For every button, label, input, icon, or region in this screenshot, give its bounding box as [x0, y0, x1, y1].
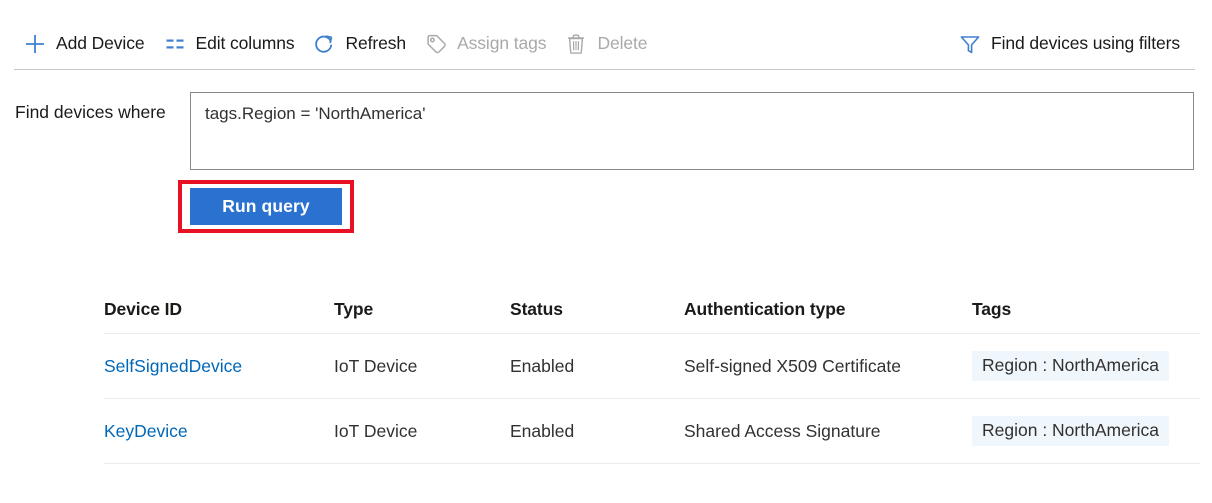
tag-chip: Region : NorthAmerica — [972, 416, 1169, 446]
delete-button[interactable]: Delete — [555, 24, 656, 64]
query-text: tags.Region = 'NorthAmerica' — [205, 104, 426, 124]
column-header-type: Type — [334, 299, 510, 320]
table-row[interactable]: KeyDevice IoT Device Enabled Shared Acce… — [104, 399, 1200, 464]
refresh-icon — [312, 32, 336, 56]
cell-auth-type: Self-signed X509 Certificate — [684, 356, 972, 377]
assign-tags-button[interactable]: Assign tags — [415, 24, 555, 64]
cell-type: IoT Device — [334, 356, 510, 377]
cell-tags: Region : NorthAmerica — [972, 416, 1200, 446]
device-results-table: Device ID Type Status Authentication typ… — [104, 286, 1200, 464]
filter-funnel-icon — [958, 32, 982, 56]
columns-icon — [163, 32, 187, 56]
run-query-label: Run query — [222, 196, 309, 217]
command-toolbar: Add Device Edit columns Refresh — [14, 18, 1195, 70]
assign-tags-label: Assign tags — [457, 33, 546, 54]
query-label: Find devices where — [15, 102, 166, 123]
cell-status: Enabled — [510, 356, 684, 377]
edit-columns-label: Edit columns — [196, 33, 295, 54]
edit-columns-button[interactable]: Edit columns — [154, 24, 304, 64]
table-row[interactable]: SelfSignedDevice IoT Device Enabled Self… — [104, 334, 1200, 399]
tag-chip: Region : NorthAmerica — [972, 351, 1169, 381]
cell-device-id: SelfSignedDevice — [104, 356, 334, 377]
add-device-button[interactable]: Add Device — [14, 24, 154, 64]
cell-auth-type: Shared Access Signature — [684, 421, 972, 442]
cell-type: IoT Device — [334, 421, 510, 442]
delete-label: Delete — [597, 33, 647, 54]
column-header-device-id: Device ID — [104, 299, 334, 320]
query-input[interactable]: tags.Region = 'NorthAmerica' — [190, 92, 1194, 170]
tag-icon — [424, 32, 448, 56]
cell-tags: Region : NorthAmerica — [972, 351, 1200, 381]
plus-icon — [23, 32, 47, 56]
device-id-link[interactable]: KeyDevice — [104, 421, 188, 441]
table-header-row: Device ID Type Status Authentication typ… — [104, 286, 1200, 334]
run-query-button[interactable]: Run query — [190, 188, 342, 225]
refresh-label: Refresh — [345, 33, 406, 54]
cell-status: Enabled — [510, 421, 684, 442]
column-header-auth-type: Authentication type — [684, 299, 972, 320]
find-devices-using-filters-label: Find devices using filters — [991, 33, 1180, 54]
cell-device-id: KeyDevice — [104, 421, 334, 442]
trash-icon — [564, 32, 588, 56]
add-device-label: Add Device — [56, 33, 145, 54]
refresh-button[interactable]: Refresh — [303, 24, 415, 64]
column-header-status: Status — [510, 299, 684, 320]
find-devices-using-filters-button[interactable]: Find devices using filters — [949, 24, 1189, 64]
device-query-page: Add Device Edit columns Refresh — [0, 0, 1212, 503]
device-id-link[interactable]: SelfSignedDevice — [104, 356, 242, 376]
column-header-tags: Tags — [972, 299, 1200, 320]
